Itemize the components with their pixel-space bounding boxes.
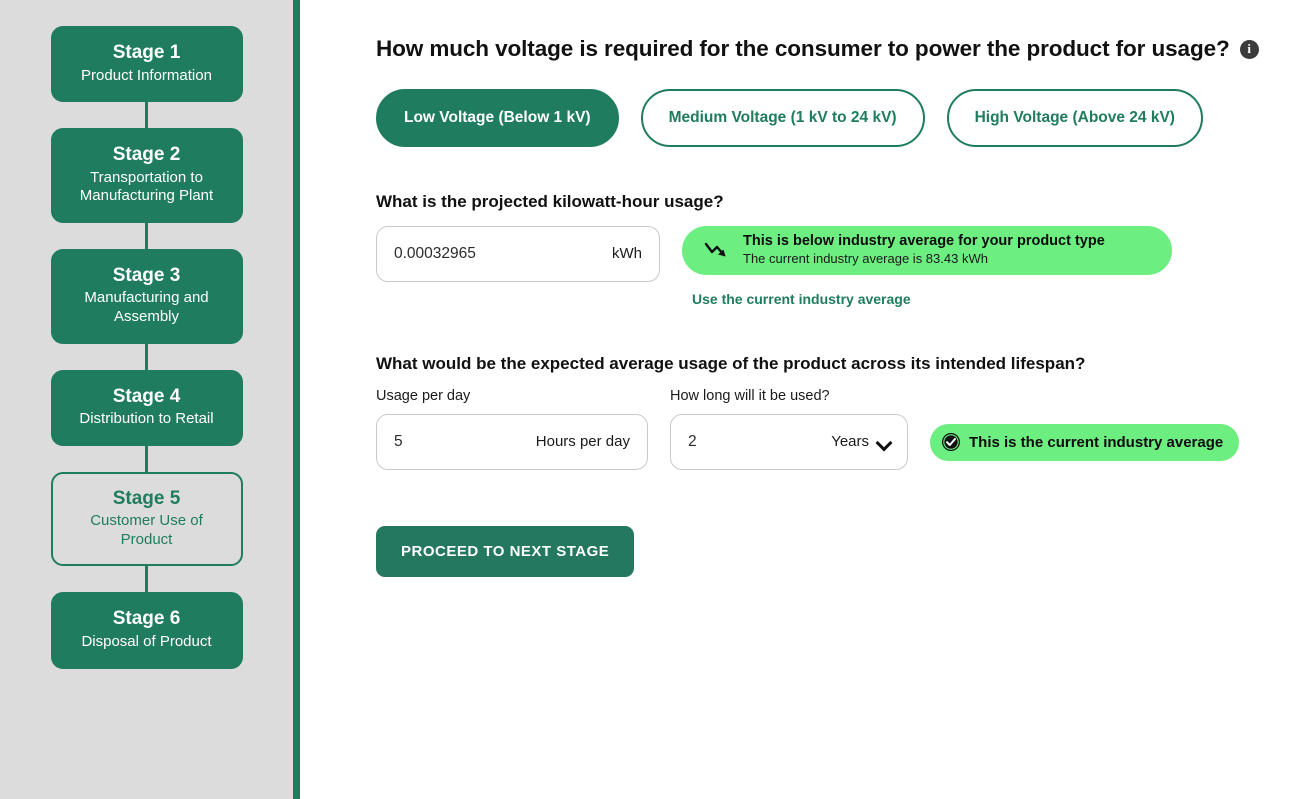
stage-title: Stage 3 [112,264,181,286]
stage-subtitle: Customer Use of Product [90,512,203,548]
stage-connector [145,102,148,129]
voltage-option-3[interactable]: High Voltage (Above 24 kV) [946,89,1203,147]
kwh-question: What is the projected kilowatt-hour usag… [376,191,724,211]
sidebar-stage-2[interactable]: Stage 2 Transportation to Manufacturing P… [50,128,243,223]
app-root: Stage 1 Product Information Stage 2 Transpo… [0,0,1311,799]
stage-title: Stage 6 [112,608,181,630]
page-title: How much voltage is required for the con… [376,36,1311,62]
stage-list: Stage 1 Product Information Stage 2 Transpo… [0,26,293,669]
usage-per-day-group: Usage per day 5 Hours per day [376,388,648,470]
stage-connector [145,566,148,593]
usage-duration-unit-text: Years [831,433,869,450]
below-average-badge: This is below industry average for your … [682,225,1172,275]
kwh-input-value: 0.00032965 [394,244,476,262]
stage-connector [145,445,148,472]
kwh-input-unit: kWh [612,245,642,262]
stage-connector [145,222,148,249]
stage-sidebar: Stage 1 Product Information Stage 2 Transpo… [0,0,300,799]
usage-per-day-value: 5 [394,432,403,450]
sidebar-stage-1[interactable]: Stage 1 Product Information [50,26,243,103]
badge-sub-text: The current industry average is 83.43 kW… [743,250,988,266]
kwh-input[interactable]: 0.00032965 kWh [376,225,660,282]
badge-main-text: This is below industry average for your … [743,233,1105,250]
trending-down-icon [704,242,726,257]
usage-duration-input[interactable]: 2 Years [670,413,908,470]
use-industry-average-link[interactable]: Use the current industry average [692,291,911,307]
kwh-field-row: 0.00032965 kWh This is below industry av… [376,225,1311,282]
current-average-badge: This is the current industry average [930,423,1240,461]
usage-duration-group: How long will it be used? 2 Years [670,388,908,470]
current-average-badge-text: This is the current industry average [969,433,1224,451]
stage-subtitle: Manufacturing and Assembly [84,289,209,326]
below-average-badge-text: This is below industry average for your … [743,232,1105,268]
stage-subtitle: Transportation to Manufacturing Plant [79,168,214,205]
main-content: How much voltage is required for the con… [300,0,1311,799]
sidebar-stage-4[interactable]: Stage 4 Distribution to Retail [50,369,243,446]
voltage-option-2[interactable]: Medium Voltage (1 kV to 24 kV) [640,89,925,147]
stage-connector [145,343,148,370]
check-circle-icon [942,433,960,451]
usage-question: What would be the expected average usage… [376,353,1086,373]
usage-per-day-unit: Hours per day [535,433,630,450]
voltage-option-1[interactable]: Low Voltage (Below 1 kV) [376,89,619,147]
proceed-to-next-stage-button[interactable]: PROCEED TO NEXT STAGE [376,525,635,577]
stage-title: Stage 2 [112,144,181,166]
usage-duration-value: 2 [688,432,697,450]
sidebar-stage-6[interactable]: Stage 6 Disposal of Product [50,592,243,669]
kwh-feedback-column: This is below industry average for your … [682,225,1172,275]
usage-per-day-input[interactable]: 5 Hours per day [376,413,648,470]
industry-average-link-row: Use the current industry average [692,291,1311,309]
page-title-text: How much voltage is required for the con… [376,36,1230,61]
usage-duration-unit-select[interactable]: Years [831,433,890,450]
usage-per-day-label: Usage per day [376,387,471,404]
stage-title: Stage 4 [112,385,181,407]
usage-field-row: Usage per day 5 Hours per day How long w… [376,388,1311,470]
stage-subtitle: Distribution to Retail [79,410,214,428]
stage-subtitle: Disposal of Product [81,633,212,651]
stage-subtitle: Product Information [81,66,212,84]
voltage-option-group: Low Voltage (Below 1 kV) Medium Voltage (… [376,89,1311,147]
stage-title: Stage 5 [112,487,181,509]
stage-title: Stage 1 [112,42,181,63]
sidebar-stage-5[interactable]: Stage 5 Customer Use of Product [50,471,243,567]
usage-duration-label: How long will it be used? [670,387,830,404]
chevron-down-icon[interactable] [878,436,890,448]
sidebar-stage-3[interactable]: Stage 3 Manufacturing and Assembly [50,248,243,344]
info-icon[interactable]: i [1239,39,1259,59]
